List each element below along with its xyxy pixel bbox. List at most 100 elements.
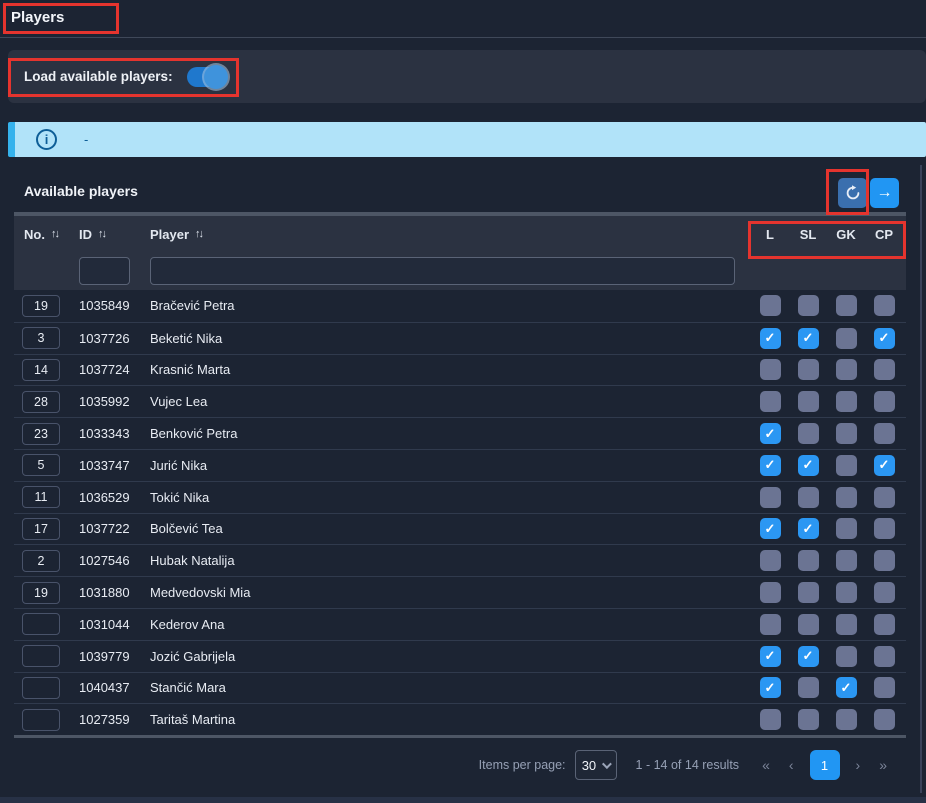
column-header-no[interactable]: No. ↑↓	[14, 227, 72, 242]
checkbox-cp[interactable]	[874, 328, 895, 349]
checkbox-l[interactable]	[760, 423, 781, 444]
checkbox-l[interactable]	[760, 455, 781, 476]
checkbox-l[interactable]	[760, 391, 781, 412]
jersey-number-input[interactable]	[22, 359, 60, 381]
player-name: Beketić Nika	[143, 331, 751, 346]
checkbox-sl[interactable]	[798, 487, 819, 508]
checkbox-sl[interactable]	[798, 582, 819, 603]
checkbox-sl[interactable]	[798, 391, 819, 412]
checkbox-sl[interactable]	[798, 677, 819, 698]
jersey-number-input[interactable]	[22, 709, 60, 731]
jersey-number-input[interactable]	[22, 391, 60, 413]
checkbox-cp[interactable]	[874, 709, 895, 730]
first-page-button[interactable]: «	[759, 757, 773, 773]
checkbox-cp[interactable]	[874, 391, 895, 412]
sort-icon[interactable]: ↑↓	[98, 228, 105, 240]
arrow-right-icon: →	[877, 184, 893, 202]
jersey-number-input[interactable]	[22, 677, 60, 699]
player-id: 1027359	[72, 712, 143, 727]
checkbox-cp[interactable]	[874, 423, 895, 444]
checkbox-cp[interactable]	[874, 518, 895, 539]
checkbox-l[interactable]	[760, 295, 781, 316]
checkbox-l[interactable]	[760, 582, 781, 603]
checkbox-cp[interactable]	[874, 614, 895, 635]
checkbox-gk[interactable]	[836, 455, 857, 476]
load-players-toggle[interactable]	[187, 67, 225, 87]
column-header-id[interactable]: ID ↑↓	[72, 227, 143, 242]
checkbox-sl[interactable]	[798, 550, 819, 571]
checkbox-l[interactable]	[760, 487, 781, 508]
checkbox-cp[interactable]	[874, 550, 895, 571]
checkbox-gk[interactable]	[836, 709, 857, 730]
player-name: Stančić Mara	[143, 680, 751, 695]
checkbox-gk[interactable]	[836, 328, 857, 349]
title-bar: Players	[0, 0, 926, 37]
checkbox-sl[interactable]	[798, 614, 819, 635]
checkbox-l[interactable]	[760, 550, 781, 571]
jersey-number-input[interactable]	[22, 423, 60, 445]
jersey-number-input[interactable]	[22, 613, 60, 635]
scrollbar[interactable]	[920, 165, 922, 793]
last-page-button[interactable]: »	[876, 757, 890, 773]
checkbox-cp[interactable]	[874, 455, 895, 476]
forward-button[interactable]: →	[870, 178, 899, 208]
checkbox-gk[interactable]	[836, 487, 857, 508]
checkbox-gk[interactable]	[836, 518, 857, 539]
player-filter-input[interactable]	[150, 257, 735, 285]
checkbox-cp[interactable]	[874, 677, 895, 698]
items-per-page-select[interactable]: 30	[575, 750, 617, 780]
jersey-number-input[interactable]	[22, 486, 60, 508]
checkbox-cp[interactable]	[874, 359, 895, 380]
page-1-button[interactable]: 1	[810, 750, 840, 780]
checkbox-cp[interactable]	[874, 646, 895, 667]
jersey-number-input[interactable]	[22, 518, 60, 540]
jersey-number-input[interactable]	[22, 582, 60, 604]
checkbox-l[interactable]	[760, 677, 781, 698]
table-body: 1035849 Bračević Petra 1037726 Beketić N…	[14, 290, 906, 738]
next-page-button[interactable]: ›	[853, 757, 864, 773]
checkbox-l[interactable]	[760, 646, 781, 667]
jersey-number-input[interactable]	[22, 295, 60, 317]
checkbox-sl[interactable]	[798, 455, 819, 476]
checkbox-cp[interactable]	[874, 582, 895, 603]
checkbox-gk[interactable]	[836, 295, 857, 316]
checkbox-gk[interactable]	[836, 677, 857, 698]
checkbox-gk[interactable]	[836, 614, 857, 635]
checkbox-gk[interactable]	[836, 391, 857, 412]
jersey-number-input[interactable]	[22, 645, 60, 667]
column-header-player[interactable]: Player ↑↓	[143, 227, 751, 242]
checkbox-l[interactable]	[760, 614, 781, 635]
checkbox-gk[interactable]	[836, 423, 857, 444]
checkbox-l[interactable]	[760, 328, 781, 349]
prev-page-button[interactable]: ‹	[786, 757, 797, 773]
checkbox-l[interactable]	[760, 359, 781, 380]
checkbox-gk[interactable]	[836, 359, 857, 380]
checkbox-cp[interactable]	[874, 487, 895, 508]
checkbox-sl[interactable]	[798, 328, 819, 349]
checkbox-cp[interactable]	[874, 295, 895, 316]
checkbox-sl[interactable]	[798, 359, 819, 380]
jersey-number-input[interactable]	[22, 327, 60, 349]
player-name: Benković Petra	[143, 426, 751, 441]
checkbox-sl[interactable]	[798, 423, 819, 444]
refresh-button[interactable]	[838, 178, 867, 208]
checkbox-gk[interactable]	[836, 550, 857, 571]
divider	[0, 37, 926, 38]
table-row: 1037726 Beketić Nika	[14, 322, 906, 354]
checkbox-gk[interactable]	[836, 646, 857, 667]
checkbox-sl[interactable]	[798, 646, 819, 667]
checkbox-gk[interactable]	[836, 582, 857, 603]
checkbox-sl[interactable]	[798, 295, 819, 316]
checkbox-sl[interactable]	[798, 518, 819, 539]
id-filter-input[interactable]	[79, 257, 130, 285]
jersey-number-input[interactable]	[22, 454, 60, 476]
checkbox-l[interactable]	[760, 518, 781, 539]
page-title: Players	[11, 9, 64, 26]
player-name: Hubak Natalija	[143, 553, 751, 568]
checkbox-sl[interactable]	[798, 709, 819, 730]
sort-icon[interactable]: ↑↓	[51, 228, 58, 240]
checkbox-l[interactable]	[760, 709, 781, 730]
sort-icon[interactable]: ↑↓	[195, 228, 202, 240]
jersey-number-input[interactable]	[22, 550, 60, 572]
player-name: Krasnić Marta	[143, 362, 751, 377]
